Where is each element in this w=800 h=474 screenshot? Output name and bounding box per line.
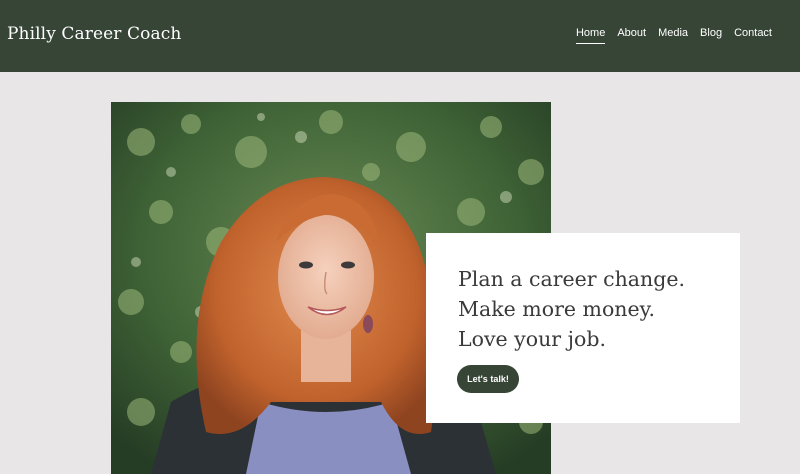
lets-talk-button[interactable]: Let's talk! xyxy=(457,365,519,393)
tagline-line-2: Make more money. xyxy=(458,297,656,321)
nav-about[interactable]: About xyxy=(617,27,646,44)
site-header: Philly Career Coach Home About Media Blo… xyxy=(0,0,800,72)
hero-tagline: Plan a career change. Make more money. L… xyxy=(458,264,685,354)
main-nav: Home About Media Blog Contact xyxy=(564,27,772,44)
tagline-line-3: Love your job. xyxy=(458,327,606,351)
nav-home[interactable]: Home xyxy=(575,27,606,44)
nav-media[interactable]: Media xyxy=(658,27,688,44)
hero-card: Plan a career change. Make more money. L… xyxy=(426,233,740,423)
site-logo-text[interactable]: Philly Career Coach xyxy=(7,24,181,44)
tagline-line-1: Plan a career change. xyxy=(458,267,685,291)
nav-blog[interactable]: Blog xyxy=(700,27,722,44)
nav-contact[interactable]: Contact xyxy=(734,27,772,44)
